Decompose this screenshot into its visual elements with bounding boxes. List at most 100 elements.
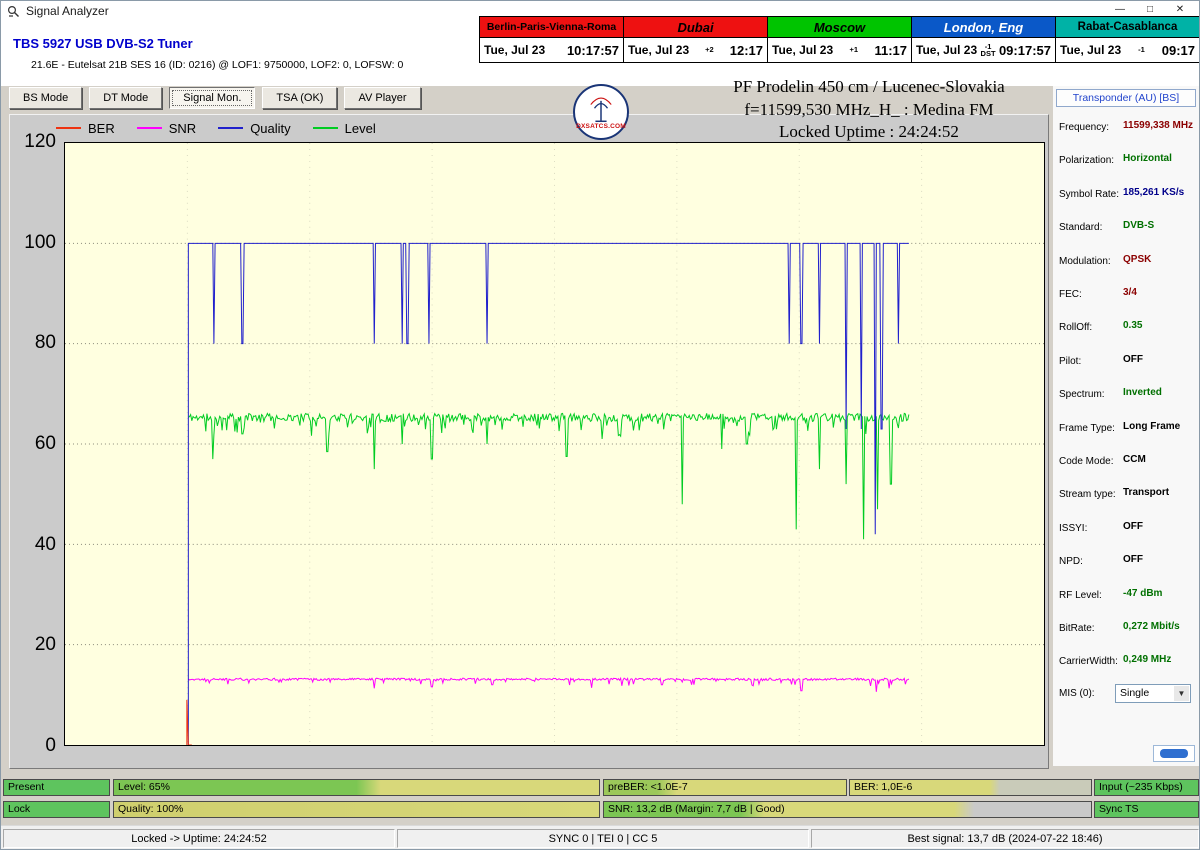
field-label: NPD: <box>1059 556 1083 567</box>
dxsatcs-logo: DXSATCS.COM <box>573 84 629 140</box>
window-title: Signal Analyzer <box>26 4 109 18</box>
clock-datetime: Tue, Jul 23+212:17 <box>623 38 768 63</box>
field-label: Polarization: <box>1059 155 1114 166</box>
field-label: RollOff: <box>1059 322 1092 333</box>
field-value: 3/4 <box>1123 283 1137 303</box>
chart-svg <box>65 143 1044 745</box>
transponder-row-bitrate: BitRate:0,272 Mbit/s <box>1059 617 1197 637</box>
transponder-row-pilot: Pilot: OFF <box>1059 350 1197 370</box>
transponder-panel: Transponder (AU) [BS] Frequency:11599,33… <box>1053 86 1199 766</box>
field-value: Horizontal <box>1123 149 1172 169</box>
series-snr <box>188 678 909 692</box>
site-header: PF Prodelin 450 cm / Lucenec-Slovakia f=… <box>649 76 1089 144</box>
clock-utc-offset: +1 <box>850 46 859 54</box>
tab-tsa-ok[interactable]: TSA (OK) <box>262 87 337 109</box>
field-value: 11599,338 MHz <box>1123 116 1193 136</box>
clock-time: 11:17 <box>874 43 907 58</box>
field-label: Symbol Rate: <box>1059 189 1119 200</box>
preber-meter: preBER: <1.0E-7 <box>603 779 847 796</box>
field-value: OFF <box>1123 517 1143 537</box>
field-label: Spectrum: <box>1059 389 1105 400</box>
chevron-down-icon[interactable]: ▼ <box>1174 686 1189 701</box>
input-indicator: Input (~235 Kbps) <box>1094 779 1199 796</box>
mis-row: MIS (0): Single ▼ <box>1059 684 1195 704</box>
field-value: DVB-S <box>1123 216 1154 236</box>
legend-line-icon <box>218 127 243 129</box>
field-label: ISSYI: <box>1059 523 1087 534</box>
transponder-row-symbolrate: Symbol Rate:185,261 KS/s <box>1059 183 1197 203</box>
logo-label: DXSATCS.COM <box>575 123 627 130</box>
tab-bs-mode[interactable]: BS Mode <box>9 87 82 109</box>
field-label: CarrierWidth: <box>1059 656 1118 667</box>
transponder-row-issyi: ISSYI: OFF <box>1059 517 1197 537</box>
field-label: FEC: <box>1059 289 1082 300</box>
clock-date: Tue, Jul 23 <box>484 43 545 57</box>
app-icon <box>7 5 20 18</box>
transponder-fields: Frequency:11599,338 MHzPolarization:Hori… <box>1053 86 1199 766</box>
quality-meter: Quality: 100% <box>113 801 600 818</box>
series-quality <box>188 243 909 745</box>
clock-column-5: Rabat-CasablancaTue, Jul 23-109:17 <box>1055 16 1200 63</box>
field-value: 0.35 <box>1123 316 1142 336</box>
legend-label: Quality <box>250 121 290 136</box>
clock-date: Tue, Jul 23 <box>628 43 689 57</box>
transponder-row-frametype: Frame Type:Long Frame <box>1059 417 1197 437</box>
clock-time: 09:17:57 <box>999 43 1051 58</box>
transponder-row-codemode: Code Mode:CCM <box>1059 450 1197 470</box>
present-indicator: Present <box>3 779 110 796</box>
statusbar-sync-counters: SYNC 0 | TEI 0 | CC 5 <box>397 829 809 848</box>
buffer-indicator-button[interactable] <box>1153 745 1195 762</box>
legend-line-icon <box>56 127 81 129</box>
clock-date: Tue, Jul 23 <box>772 43 833 57</box>
field-label: Standard: <box>1059 222 1102 233</box>
clock-date: Tue, Jul 23 <box>916 43 977 57</box>
clock-column-2: DubaiTue, Jul 23+212:17 <box>623 16 768 63</box>
y-axis-label: 80 <box>14 332 56 354</box>
y-axis-label: 120 <box>14 131 56 153</box>
ber-meter: BER: 1,0E-6 <box>849 779 1092 796</box>
tab-signal-mon[interactable]: Signal Mon. <box>169 87 255 109</box>
world-clock-table: Berlin-Paris-Vienna-RomaTue, Jul 2310:17… <box>479 16 1200 63</box>
legend-snr: SNR <box>137 121 196 136</box>
clock-datetime: Tue, Jul 23-109:17 <box>1055 38 1200 63</box>
clock-city-label: Dubai <box>623 16 768 38</box>
site-header-line2: f=11599,530 MHz_H_ : Medina FM <box>649 99 1089 122</box>
site-header-line1: PF Prodelin 450 cm / Lucenec-Slovakia <box>649 76 1089 99</box>
mis-select[interactable]: Single ▼ <box>1115 684 1191 703</box>
tab-dt-mode[interactable]: DT Mode <box>89 87 162 109</box>
transponder-row-polarization: Polarization: Horizontal <box>1059 149 1197 169</box>
snr-meter: SNR: 13,2 dB (Margin: 7,7 dB | Good) <box>603 801 1092 818</box>
lock-indicator: Lock <box>3 801 110 818</box>
statusbar-best-signal: Best signal: 13,7 dB (2024-07-22 18:46) <box>811 829 1199 848</box>
y-axis-label: 100 <box>14 232 56 254</box>
field-value: OFF <box>1123 350 1143 370</box>
clock-city-label: Moscow <box>767 16 912 38</box>
field-value: -47 dBm <box>1123 584 1162 604</box>
field-value: Long Frame <box>1123 417 1180 437</box>
signal-chart-panel: BERSNRQualityLevel 120100806040200 <box>9 114 1049 769</box>
clock-city-label: Rabat-Casablanca <box>1055 16 1200 38</box>
field-label: Stream type: <box>1059 489 1116 500</box>
field-label: BitRate: <box>1059 623 1095 634</box>
level-meter: Level: 65% <box>113 779 600 796</box>
field-label: Pilot: <box>1059 356 1081 367</box>
clock-utc-offset: -1DST <box>981 43 996 58</box>
site-header-line3: Locked Uptime : 24:24:52 <box>649 121 1089 144</box>
clock-utc-offset: -1 <box>1138 46 1145 54</box>
transponder-row-fec: FEC: 3/4 <box>1059 283 1197 303</box>
legend-label: SNR <box>169 121 196 136</box>
clock-column-1: Berlin-Paris-Vienna-RomaTue, Jul 2310:17… <box>479 16 624 63</box>
tuner-details: 21.6E - Eutelsat 21B SES 16 (ID: 0216) @… <box>31 59 403 71</box>
field-value: Inverted <box>1123 383 1162 403</box>
tab-av-player[interactable]: AV Player <box>344 87 420 109</box>
transponder-row-carrierwidth: CarrierWidth: 0,249 MHz <box>1059 650 1197 670</box>
series-ber <box>187 700 192 745</box>
clock-time: 09:17 <box>1162 43 1195 58</box>
clock-time: 12:17 <box>730 43 763 58</box>
clock-datetime: Tue, Jul 23 -1DST09:17:57 <box>911 38 1056 63</box>
field-value: 0,249 MHz <box>1123 650 1171 670</box>
y-axis-label: 40 <box>14 534 56 556</box>
chart-legend: BERSNRQualityLevel <box>56 119 376 137</box>
transponder-row-streamtype: Stream type:Transport <box>1059 483 1197 503</box>
transponder-row-npd: NPD:OFF <box>1059 550 1197 570</box>
